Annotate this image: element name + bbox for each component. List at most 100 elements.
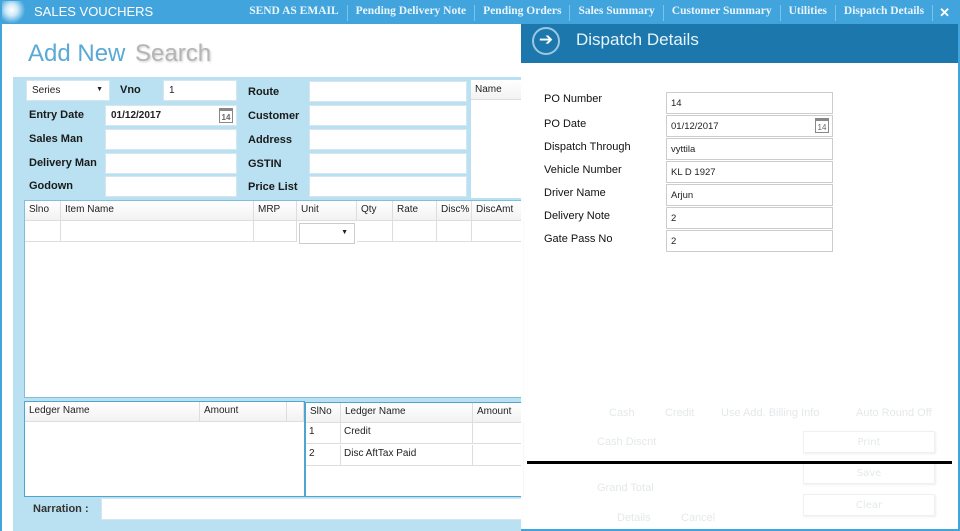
vno-input[interactable]: 1	[163, 80, 237, 101]
credit-radio: Credit	[665, 407, 695, 419]
dispatch-header: ➔ Dispatch Details	[521, 24, 958, 63]
name-list: Name	[471, 80, 523, 198]
cancel-button: Cancel	[681, 512, 716, 524]
tab-search[interactable]: Search	[135, 40, 211, 68]
details-button: Details	[617, 512, 651, 524]
address-input[interactable]	[309, 129, 467, 150]
ledger-row-2-slno: 2	[306, 445, 341, 466]
cell-mrp[interactable]	[254, 221, 297, 242]
arrow-right-icon[interactable]: ➔	[532, 27, 560, 55]
price-list-input[interactable]	[309, 176, 467, 197]
menu-customer-summary[interactable]: Customer Summary	[664, 5, 781, 21]
auto-round-checkbox: Auto Round Off	[856, 407, 932, 419]
voucher-form: Series ▼ Vno 1 Entry Date 01/12/2017 14 Sa…	[13, 77, 525, 531]
gstin-input[interactable]	[309, 153, 467, 174]
calendar-icon[interactable]: 14	[219, 108, 233, 123]
col-disc-amt: DiscAmt	[472, 201, 525, 221]
ledger-right-grid: SlNo Ledger Name Amount 1 Credit 2 Disc …	[305, 402, 525, 497]
ledger-row-1-amount[interactable]	[473, 423, 525, 444]
col-unit: Unit	[297, 201, 357, 221]
calendar-icon[interactable]: 14	[815, 118, 829, 133]
col-amount: Amount	[473, 403, 525, 423]
series-dropdown[interactable]: Series ▼	[26, 80, 110, 101]
col-amount: Amount	[200, 402, 287, 422]
dispatch-through-input[interactable]: vyttila	[666, 138, 833, 160]
gate-pass-label: Gate Pass No	[544, 233, 613, 245]
app-title: SALES VOUCHERS	[34, 4, 154, 19]
menu-utilities[interactable]: Utilities	[781, 5, 836, 21]
menu-sales-summary[interactable]: Sales Summary	[570, 5, 664, 21]
delivery-man-input[interactable]	[105, 153, 237, 174]
cash-radio: Cash	[609, 407, 635, 419]
col-ledger-name: Ledger Name	[341, 403, 473, 423]
col-disc-pct: Disc%	[437, 201, 472, 221]
dispatch-title: Dispatch Details	[576, 30, 699, 49]
menu-dispatch-details[interactable]: Dispatch Details	[836, 5, 934, 21]
ledger-row-1-slno: 1	[306, 423, 341, 444]
tab-add-new[interactable]: Add New	[28, 40, 125, 68]
cell-rate[interactable]	[393, 221, 437, 242]
price-list-label: Price List	[248, 181, 298, 193]
chevron-down-icon: ▼	[96, 86, 103, 93]
narration-label: Narration :	[33, 503, 89, 515]
cell-disc-pct[interactable]	[437, 221, 472, 242]
chevron-down-icon: ▼	[341, 229, 348, 236]
menu-send-email[interactable]: SEND AS EMAIL	[241, 5, 348, 21]
customer-input[interactable]	[309, 105, 467, 126]
driver-name-label: Driver Name	[544, 187, 606, 199]
sales-man-input[interactable]	[105, 129, 237, 150]
cell-slno[interactable]	[25, 221, 61, 242]
app-logo-icon	[2, 1, 26, 23]
cell-qty[interactable]	[357, 221, 393, 242]
po-date-label: PO Date	[544, 118, 587, 130]
save-button: Save	[803, 462, 935, 484]
dispatch-details-panel: Cash Credit Use Add. Billing Info Auto R…	[521, 24, 960, 531]
menu-pending-delivery-note[interactable]: Pending Delivery Note	[348, 5, 476, 21]
entry-date-input[interactable]: 01/12/2017 14	[105, 105, 237, 126]
route-input[interactable]	[309, 81, 467, 102]
vno-label: Vno	[120, 84, 141, 96]
col-qty: Qty	[357, 201, 393, 221]
gstin-label: GSTIN	[248, 158, 282, 170]
close-icon[interactable]: ✕	[933, 5, 956, 21]
top-menu: SEND AS EMAIL Pending Delivery Note Pend…	[241, 5, 956, 21]
godown-label: Godown	[29, 180, 73, 192]
cash-discount-label: Cash Discnt	[597, 436, 657, 448]
col-slno: Slno	[25, 201, 61, 221]
cell-disc-amt[interactable]	[472, 221, 525, 242]
delivery-note-input[interactable]: 2	[666, 207, 833, 229]
col-item-name: Item Name	[61, 201, 254, 221]
cell-item-name[interactable]	[61, 221, 254, 242]
divider-line	[527, 461, 952, 464]
unit-dropdown[interactable]: ▼	[299, 223, 355, 244]
col-mrp: MRP	[254, 201, 297, 221]
entry-date-value: 01/12/2017	[111, 110, 162, 121]
name-header: Name	[471, 80, 523, 100]
po-number-label: PO Number	[544, 93, 603, 105]
delivery-note-label: Delivery Note	[544, 210, 611, 222]
col-slno: SlNo	[306, 403, 341, 423]
entry-date-label: Entry Date	[29, 109, 85, 121]
print-button: Print	[803, 431, 935, 453]
menu-pending-orders[interactable]: Pending Orders	[475, 5, 571, 21]
series-value: Series	[32, 85, 61, 96]
sales-man-label: Sales Man	[29, 133, 83, 145]
po-number-input[interactable]: 14	[666, 92, 833, 114]
dispatch-through-label: Dispatch Through	[544, 141, 631, 153]
grand-total-label: Grand Total	[597, 482, 654, 494]
po-date-input[interactable]: 01/12/2017 14	[666, 115, 833, 137]
clear-button: Clear	[803, 494, 935, 516]
route-label: Route	[248, 86, 280, 98]
customer-label: Customer	[248, 110, 300, 122]
ledger-row-2-name[interactable]: Disc AftTax Paid	[341, 445, 473, 466]
godown-input[interactable]	[105, 176, 237, 197]
po-date-value: 01/12/2017	[671, 121, 719, 132]
vehicle-number-input[interactable]: KL D 1927	[666, 161, 833, 183]
ledger-row-1-name[interactable]: Credit	[341, 423, 473, 444]
ledger-row-2-amount[interactable]	[473, 445, 525, 466]
col-rate: Rate	[393, 201, 437, 221]
vehicle-number-label: Vehicle Number	[544, 164, 622, 176]
driver-name-input[interactable]: Arjun	[666, 184, 833, 206]
gate-pass-input[interactable]: 2	[666, 230, 833, 252]
narration-input[interactable]	[101, 498, 523, 520]
